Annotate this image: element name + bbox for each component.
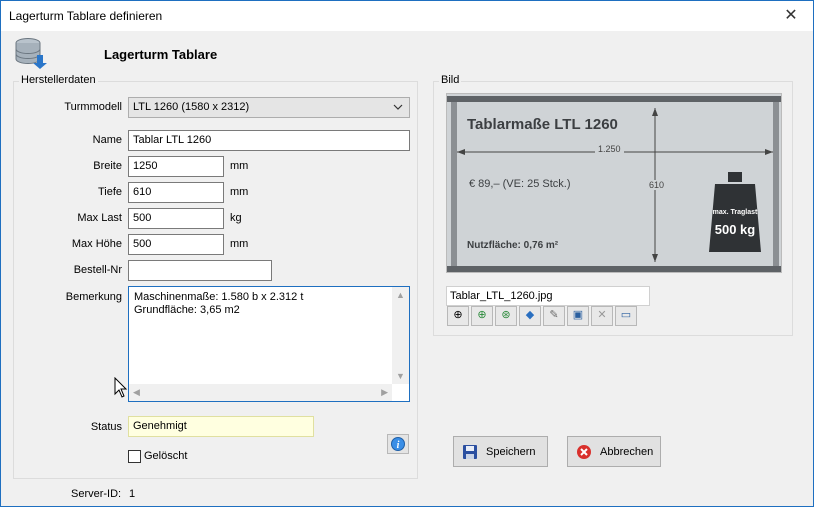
breite-unit: mm	[230, 160, 249, 172]
name-field[interactable]: Tablar LTL 1260	[128, 130, 410, 151]
tiefe-unit: mm	[230, 186, 249, 198]
bemerkung-label: Bemerkung	[65, 291, 122, 303]
tiefe-label: Tiefe	[97, 186, 122, 198]
window-title: Lagerturm Tablare definieren	[9, 9, 163, 23]
turmmodell-value: LTL 1260 (1580 x 2312)	[133, 101, 250, 113]
image-title: Tablarmaße LTL 1260	[467, 116, 618, 133]
chevron-down-icon	[393, 104, 403, 110]
maxhoehe-field[interactable]: 500	[128, 234, 224, 255]
maxlast-label: Max Last	[77, 212, 122, 224]
breite-field[interactable]: 1250	[128, 156, 224, 177]
image-depth-label: 610	[647, 180, 667, 190]
geloescht-label: Gelöscht	[144, 450, 188, 462]
server-id-label: Server-ID:	[71, 488, 122, 500]
image-width-label: 1.250	[595, 144, 624, 154]
maxhoehe-unit: mm	[230, 238, 249, 250]
tablar-image: Tablarmaße LTL 1260 1.250 610 € 89,– (VE…	[446, 93, 782, 273]
weight-line-2: 500 kg	[714, 222, 756, 237]
close-icon[interactable]: ✕	[769, 1, 813, 31]
tiefe-field[interactable]: 610	[128, 182, 224, 203]
vertical-scrollbar[interactable]: ▲ ▼	[392, 287, 409, 384]
status-field: Genehmigt	[128, 416, 314, 437]
cancel-button[interactable]: Abbrechen	[567, 436, 661, 467]
dialog-window: Lagerturm Tablare definieren ✕ Lagerturm…	[0, 0, 814, 507]
scroll-left-icon[interactable]: ◀	[133, 387, 140, 398]
image-filename: Tablar_LTL_1260.jpg	[446, 286, 650, 306]
maxlast-field[interactable]: 500	[128, 208, 224, 229]
show-image-button[interactable]: ▭	[615, 306, 637, 326]
horizontal-scrollbar[interactable]: ◀ ▶	[129, 384, 392, 401]
name-label: Name	[92, 134, 122, 146]
image-price-text: € 89,– (VE: 25 Stck.)	[469, 178, 571, 190]
bemerkung-text: Maschinenmaße: 1.580 b x 2.312 t Grundfl…	[134, 291, 303, 317]
picture-group-label: Bild	[439, 74, 462, 86]
camera-button[interactable]: ▣	[567, 306, 589, 326]
paint-image-button[interactable]: ◆	[519, 306, 541, 326]
header-title: Lagerturm Tablare	[104, 47, 218, 62]
mouse-cursor-icon	[114, 377, 128, 398]
title-bar: Lagerturm Tablare definieren ✕	[1, 1, 813, 31]
bestellnr-field[interactable]	[128, 260, 272, 281]
turmmodell-label: Turmmodell	[64, 101, 122, 113]
camera-icon: ▣	[572, 309, 584, 321]
edit-image-button[interactable]: ✎	[543, 306, 565, 326]
monitor-icon: ▭	[620, 309, 632, 321]
info-button[interactable]: i	[387, 434, 409, 454]
image-area-text: Nutzfläche: 0,76 m²	[467, 240, 559, 251]
scroll-right-icon[interactable]: ▶	[381, 387, 388, 398]
database-icon	[15, 38, 47, 69]
floppy-icon	[463, 445, 477, 459]
search-image-button[interactable]: ⊕	[447, 306, 469, 326]
geloescht-checkbox[interactable]	[128, 450, 141, 463]
turmmodell-select[interactable]: LTL 1260 (1580 x 2312)	[128, 97, 410, 118]
manufacturer-group-label: Herstellerdaten	[19, 74, 98, 86]
save-label: Speichern	[486, 446, 536, 458]
scroll-up-icon[interactable]: ▲	[396, 290, 405, 300]
wrench-icon: ✎	[549, 309, 559, 321]
bemerkung-line-1: Maschinenmaße: 1.580 b x 2.312 t	[134, 291, 304, 303]
cancel-icon	[577, 445, 591, 459]
add-image-button[interactable]: ⊕	[471, 306, 493, 326]
bestellnr-label: Bestell-Nr	[73, 264, 122, 276]
bemerkung-line-2: Grundfläche: 3,65 m2	[134, 304, 240, 316]
breite-label: Breite	[93, 160, 122, 172]
status-label: Status	[90, 421, 122, 433]
delete-icon: ✕	[597, 309, 607, 321]
delete-image-button[interactable]: ✕	[591, 306, 613, 326]
maxhoehe-label: Max Höhe	[71, 238, 122, 250]
binoculars-icon: ⊕	[453, 309, 463, 321]
cancel-label: Abbrechen	[600, 446, 654, 458]
maxlast-unit: kg	[230, 212, 242, 224]
info-icon: i	[391, 437, 405, 451]
save-button[interactable]: Speichern	[453, 436, 548, 467]
scan-icon: ⊛	[501, 309, 511, 321]
paint-icon: ◆	[525, 309, 535, 321]
server-id-value: 1	[129, 488, 136, 500]
svg-text:i: i	[397, 440, 400, 451]
scan-image-button[interactable]: ⊛	[495, 306, 517, 326]
add-icon: ⊕	[477, 309, 487, 321]
weight-line-1: max. Traglast	[712, 209, 758, 216]
bemerkung-textarea[interactable]: Maschinenmaße: 1.580 b x 2.312 t Grundfl…	[128, 286, 410, 402]
scroll-down-icon[interactable]: ▼	[396, 371, 405, 381]
